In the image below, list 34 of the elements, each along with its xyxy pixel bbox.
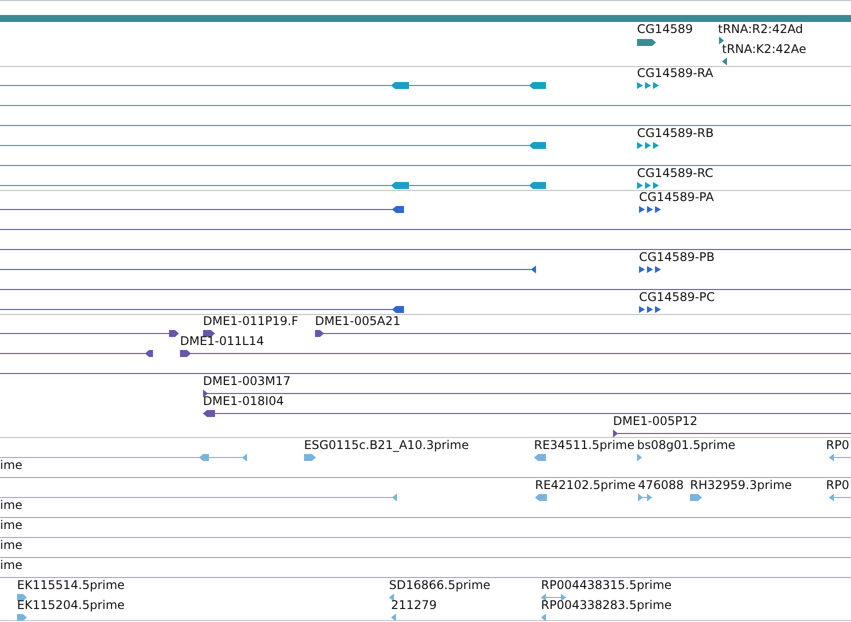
feature-label: RP004438315.5prime [541,578,672,592]
feature-label: CG14589-PB [639,250,715,264]
feature-label: ime [0,498,22,512]
feature-label: EK115204.5prime [17,598,125,612]
feature-label: CG14589-PA [639,190,714,204]
feature-label: RP0 [826,478,850,492]
feature-label: RH32959.3prime [690,478,792,492]
feature-label: 476088 [638,478,684,492]
feature-label: CG14589-RC [637,166,714,180]
feature-label: ESG0115c.B21_A10.3prime [304,438,469,452]
feature-label: tRNA:R2:42Ad [718,22,803,36]
feature-label: RP0 [826,438,850,452]
feature-label: RP004338283.5prime [541,598,672,612]
feature-label: ime [0,558,22,572]
feature-label: bs08g01.5prime [637,438,736,452]
feature-label: DME1-005P12 [613,414,698,428]
feature-label: ime [0,518,22,532]
feature-label: CG14589-PC [639,290,715,304]
feature-label: CG14589-RB [637,126,714,140]
feature-label: RE34511.5prime [534,438,634,452]
feature-label: DME1-003M17 [203,374,291,388]
feature-label: CG14589 [637,22,693,36]
feature-label: tRNA:K2:42Ae [722,42,806,56]
feature-label: CG14589-RA [637,66,714,80]
feature-label: 211279 [391,598,437,612]
feature-label: DME1-018I04 [203,394,284,408]
feature-label: DME1-011P19.F [203,314,298,328]
feature-label: EK115514.5prime [17,578,125,592]
feature-label: DME1-011L14 [180,334,264,348]
feature-label: ime [0,538,22,552]
feature-label: RE42102.5prime [535,478,636,492]
feature-label: SD16866.5prime [389,578,490,592]
feature-label: ime [0,458,22,472]
feature-label: DME1-005A21 [315,314,401,328]
